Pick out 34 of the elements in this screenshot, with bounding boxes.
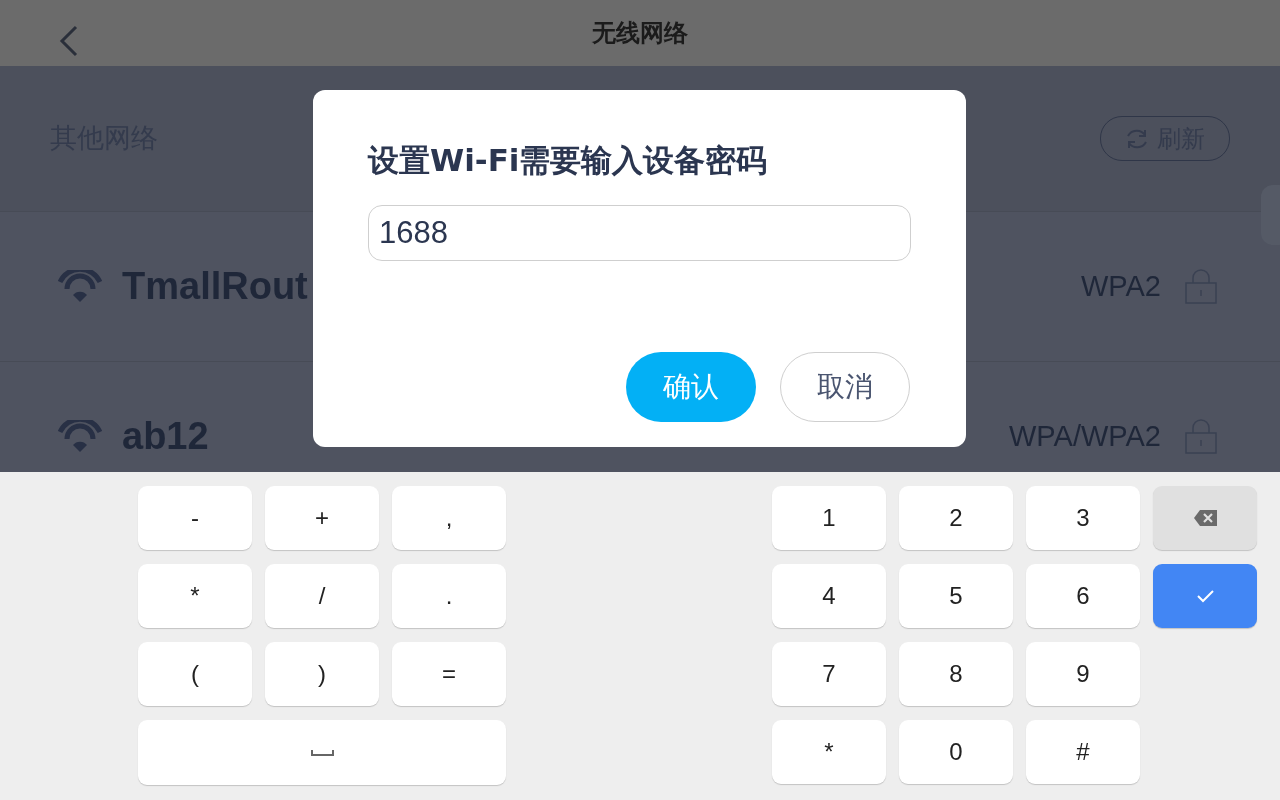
keyboard-key[interactable]: 5 xyxy=(899,564,1013,628)
check-icon xyxy=(1196,589,1214,603)
keyboard-key[interactable]: 3 xyxy=(1026,486,1140,550)
keyboard-key[interactable]: , xyxy=(392,486,506,550)
keyboard-key[interactable]: * xyxy=(772,720,886,784)
backspace-icon xyxy=(1192,509,1218,527)
dialog-title: 设置Wi-Fi需要输入设备密码 xyxy=(368,142,769,180)
keyboard-key[interactable]: # xyxy=(1026,720,1140,784)
wifi-icon xyxy=(58,270,102,303)
cancel-button[interactable]: 取消 xyxy=(780,352,910,422)
keyboard-key[interactable]: 8 xyxy=(899,642,1013,706)
keyboard-key[interactable]: 2 xyxy=(899,486,1013,550)
keyboard-key[interactable]: 0 xyxy=(899,720,1013,784)
keyboard-key[interactable]: 6 xyxy=(1026,564,1140,628)
keyboard-key[interactable]: * xyxy=(138,564,252,628)
keyboard-key[interactable]: ( xyxy=(138,642,252,706)
wifi-icon xyxy=(58,420,102,453)
confirm-key[interactable] xyxy=(1153,564,1257,628)
password-field[interactable]: 1688 xyxy=(368,205,911,262)
keyboard-key[interactable]: 4 xyxy=(772,564,886,628)
page-title: 无线网络 xyxy=(592,21,688,45)
keyboard-key[interactable]: ) xyxy=(265,642,379,706)
keyboard-key[interactable]: . xyxy=(392,564,506,628)
keyboard-key[interactable]: + xyxy=(265,486,379,550)
keyboard-key[interactable]: 9 xyxy=(1026,642,1140,706)
keyboard-key[interactable]: 1 xyxy=(772,486,886,550)
keyboard-key[interactable]: / xyxy=(265,564,379,628)
keyboard-key[interactable]: 7 xyxy=(772,642,886,706)
backspace-key[interactable] xyxy=(1153,486,1257,550)
space-bar-icon xyxy=(310,748,334,757)
keyboard-key[interactable]: = xyxy=(392,642,506,706)
space-key[interactable] xyxy=(138,720,506,785)
back-icon[interactable] xyxy=(58,25,78,57)
keyboard-key[interactable]: - xyxy=(138,486,252,550)
